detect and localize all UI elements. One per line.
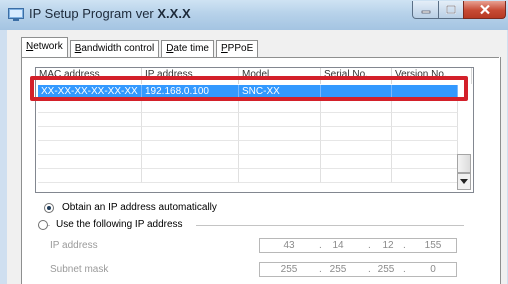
ip-separator: . bbox=[403, 240, 406, 251]
table-row[interactable] bbox=[38, 99, 458, 113]
subnet-mask-field[interactable]: 255 . 255 . 255 . 0 bbox=[259, 262, 457, 277]
subnet-octet-1[interactable]: 255 bbox=[274, 263, 304, 276]
tab-bandwidth-control[interactable]: Bandwidth control bbox=[69, 40, 160, 57]
table-row[interactable] bbox=[38, 113, 458, 127]
app-icon bbox=[8, 8, 24, 21]
ip-octet-1[interactable]: 43 bbox=[274, 239, 304, 252]
ip-octet-3[interactable]: 12 bbox=[373, 239, 403, 252]
subnet-octet-2[interactable]: 255 bbox=[323, 263, 353, 276]
table-row[interactable] bbox=[38, 169, 458, 183]
scroll-down-button[interactable] bbox=[457, 173, 471, 190]
tab-pppoe[interactable]: PPPoE bbox=[216, 40, 259, 57]
maximize-icon bbox=[446, 5, 456, 14]
close-icon bbox=[479, 4, 490, 15]
title-bar[interactable]: IP Setup Program ver X.X.X bbox=[0, 0, 508, 31]
tab-date-time[interactable]: Date time bbox=[161, 40, 214, 57]
radio-obtain-automatically[interactable]: Obtain an IP address automatically bbox=[44, 202, 217, 213]
table-row[interactable] bbox=[38, 141, 458, 155]
vertical-scrollbar[interactable] bbox=[457, 154, 472, 190]
scroll-thumb[interactable] bbox=[457, 154, 471, 173]
subnet-octet-3[interactable]: 255 bbox=[371, 263, 401, 276]
ip-separator: . bbox=[368, 240, 371, 251]
groupbox-border bbox=[196, 225, 464, 226]
tab-strip: Network Bandwidth control Date time PPPo… bbox=[21, 37, 260, 57]
radio-label-auto: Obtain an IP address automatically bbox=[62, 202, 217, 213]
ip-octet-4[interactable]: 155 bbox=[418, 239, 448, 252]
subnet-mask-label: Subnet mask bbox=[50, 264, 109, 275]
subnet-octet-4[interactable]: 0 bbox=[418, 263, 448, 276]
close-button[interactable] bbox=[463, 1, 506, 19]
ip-separator: . bbox=[319, 240, 322, 251]
radio-dot-unselected[interactable] bbox=[38, 219, 48, 230]
table-row[interactable] bbox=[38, 127, 458, 141]
arrow-down-icon bbox=[460, 179, 468, 184]
highlight-frame bbox=[30, 76, 468, 101]
radio-use-following-ip[interactable]: Use the following IP address bbox=[38, 219, 183, 230]
radio-dot-selected[interactable] bbox=[44, 202, 54, 213]
radio-label-manual: Use the following IP address bbox=[56, 219, 183, 230]
minimize-icon bbox=[421, 10, 430, 13]
ip-address-label: IP address bbox=[50, 240, 98, 251]
tab-divider bbox=[21, 57, 499, 58]
window-title: IP Setup Program ver X.X.X bbox=[29, 6, 191, 21]
subnet-separator: . bbox=[403, 264, 406, 275]
ip-address-field[interactable]: 43 . 14 . 12 . 155 bbox=[259, 238, 457, 253]
subnet-separator: . bbox=[319, 264, 322, 275]
table-row[interactable] bbox=[38, 155, 458, 169]
minimize-button[interactable] bbox=[412, 1, 439, 19]
maximize-button[interactable] bbox=[438, 1, 464, 19]
tab-network[interactable]: Network bbox=[21, 37, 68, 57]
ip-octet-2[interactable]: 14 bbox=[323, 239, 353, 252]
